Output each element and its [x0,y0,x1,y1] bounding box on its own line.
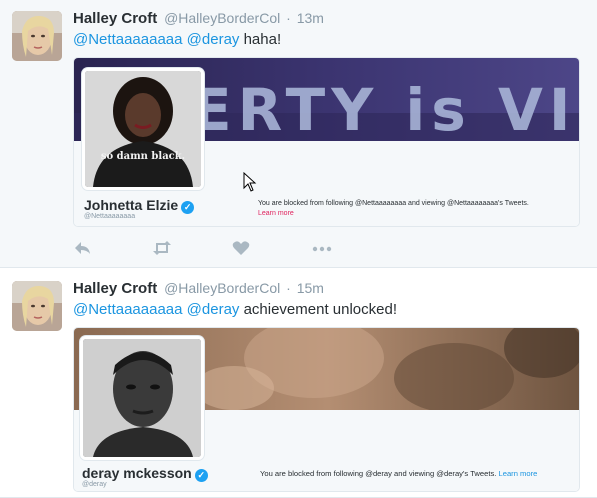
more-icon[interactable] [312,240,332,258]
mention-link[interactable]: @Nettaaaaaaaa [73,301,182,318]
mouse-cursor-icon [243,171,257,197]
author-name[interactable]: Halley Croft [73,280,157,297]
tweet-2[interactable]: Halley Croft @HalleyBorderCol · 15m @Net… [0,268,597,498]
separator: · [286,280,291,296]
learn-more-link[interactable]: Learn more [499,469,538,478]
tweet-header: Halley Croft @HalleyBorderCol · 15m [73,280,324,297]
tweet-body: haha! [239,31,282,48]
card-profile-name[interactable]: deray mckesson ✓ [82,465,208,482]
tweet-actions [73,240,373,258]
retweet-icon[interactable] [152,240,172,258]
tweet-1[interactable]: Halley Croft @HalleyBorderCol · 13m @Net… [0,0,597,268]
author-avatar[interactable] [12,11,62,61]
author-avatar[interactable] [12,281,62,331]
mention-link[interactable]: @Nettaaaaaaaa [73,31,182,48]
author-handle[interactable]: @HalleyBorderCol [164,10,280,26]
card-profile-handle[interactable]: @deray [82,481,107,488]
card-profile-name[interactable]: Johnetta Elzie ✓ [84,197,195,214]
heart-icon[interactable] [231,240,251,258]
shirt-text: so damn black. [101,151,185,162]
banner-text: ERTY is VIO [192,76,579,141]
tweet-body: achievement unlocked! [239,301,398,318]
tweet-header: Halley Croft @HalleyBorderCol · 13m [73,10,324,27]
profile-card[interactable]: ERTY is VIO so damn black. Johnetta Elzi… [73,57,580,227]
author-handle[interactable]: @HalleyBorderCol [164,280,280,296]
verified-badge-icon: ✓ [194,469,208,482]
verified-badge-icon: ✓ [181,201,195,214]
tweet-text: @Nettaaaaaaaa @deray haha! [73,31,281,48]
mention-link[interactable]: @deray [187,31,240,48]
tweet-text: @Nettaaaaaaaa @deray achievement unlocke… [73,301,397,318]
profile-card[interactable]: deray mckesson ✓ @deray You are blocked f… [73,327,580,492]
blocked-notice: You are blocked from following @Nettaaaa… [258,200,529,207]
learn-more-link[interactable]: Learn more [258,210,294,217]
card-name-text[interactable]: Johnetta Elzie [84,197,178,213]
card-name-text[interactable]: deray mckesson [82,465,192,481]
mention-link[interactable]: @deray [187,301,240,318]
blocked-notice-text: You are blocked from following @deray an… [260,469,497,478]
tweet-timestamp[interactable]: 15m [297,280,324,296]
tweet-timestamp[interactable]: 13m [297,10,324,26]
author-name[interactable]: Halley Croft [73,10,157,27]
card-profile-handle[interactable]: @Nettaaaaaaaa [84,213,135,220]
separator: · [286,10,291,26]
profile-photo[interactable]: so damn black. [82,68,204,190]
blocked-notice: You are blocked from following @deray an… [260,469,537,478]
profile-photo[interactable] [80,336,204,460]
reply-icon[interactable] [73,240,93,258]
